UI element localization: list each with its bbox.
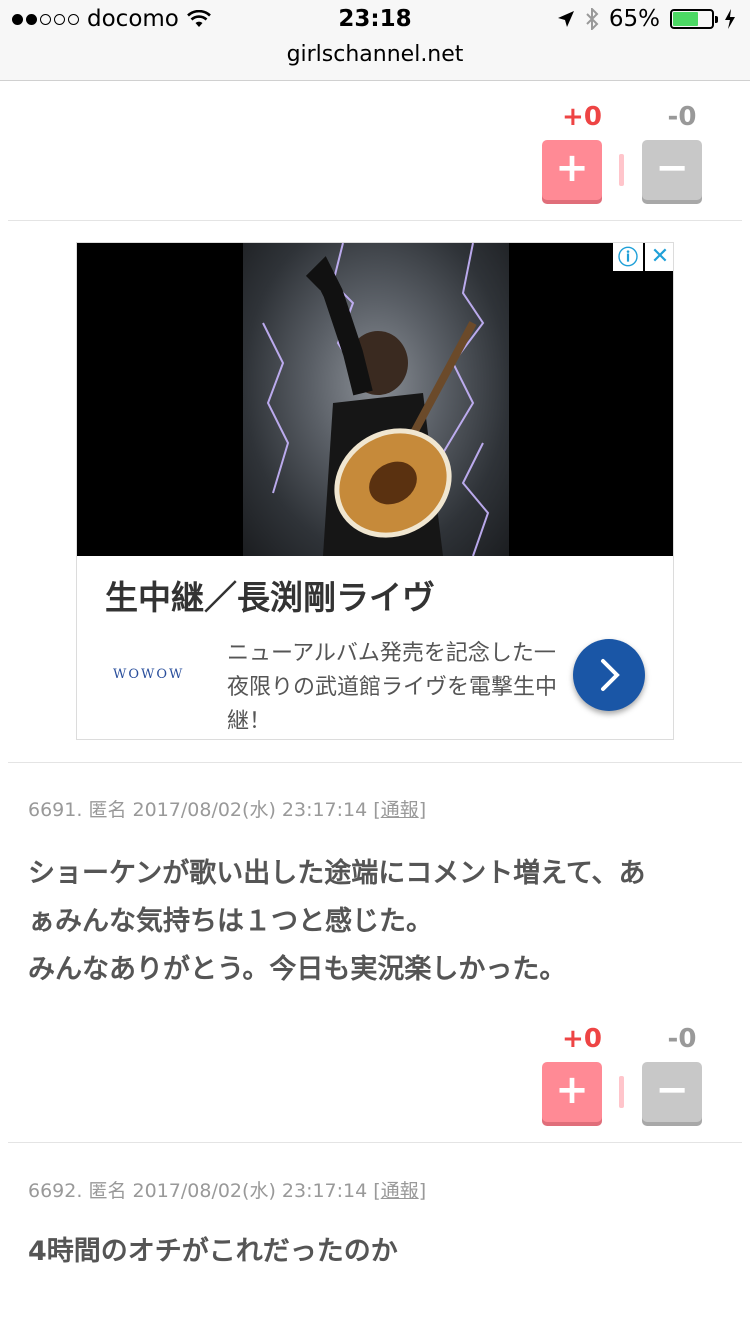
advertisement[interactable]: ⓘ ✕ 生中継／長渕剛ライヴ WOWOW ニューアルバム発売を記念した一夜限りの…	[76, 242, 674, 740]
ad-cta-button[interactable]	[573, 639, 645, 711]
vote-controls: +0 -0 + −	[542, 1024, 712, 1124]
plus-count: +0	[562, 1024, 602, 1054]
comment-number: 6691.	[28, 799, 83, 821]
location-arrow-icon	[557, 11, 574, 27]
report-bracket: ]	[418, 799, 427, 821]
close-icon[interactable]: ✕	[645, 243, 673, 271]
charging-bolt-icon	[725, 9, 735, 29]
comment-line: みんなありがとう。今日も実況楽しかった。	[28, 954, 567, 985]
ad-brand-logo: WOWOW	[113, 667, 185, 682]
ad-image[interactable]: ⓘ ✕	[77, 243, 673, 556]
battery-icon	[670, 9, 718, 29]
comment-line: ショーケンが歌い出した途端にコメント増えて、あ	[28, 858, 646, 889]
browser-status-bar: docomo 23:18 65% girlschannel.net	[0, 0, 750, 81]
vote-divider	[619, 1076, 624, 1108]
plus-vote-button[interactable]: +	[542, 1062, 602, 1122]
comment-datetime: 2017/08/02(水) 23:17:14	[132, 1180, 368, 1202]
comment-meta: 6691. 匿名 2017/08/02(水) 23:17:14 [通報]	[28, 795, 426, 822]
divider	[8, 762, 742, 763]
report-bracket: ]	[418, 1180, 427, 1202]
plus-count: +0	[562, 102, 602, 132]
url-bar[interactable]: girlschannel.net	[0, 42, 750, 67]
comment-author: 匿名	[88, 799, 127, 821]
comment-line: 4時間のオチがこれだったのか	[28, 1236, 398, 1267]
minus-vote-button[interactable]: −	[642, 140, 702, 200]
ad-title[interactable]: 生中継／長渕剛ライヴ	[105, 571, 435, 619]
minus-count: -0	[667, 102, 697, 132]
comment-line: ぁみんな気持ちは１つと感じた。	[28, 906, 433, 937]
guitarist-photo	[243, 243, 509, 556]
report-link[interactable]: 通報	[381, 799, 419, 821]
divider	[8, 220, 742, 221]
info-icon[interactable]: ⓘ	[613, 243, 643, 271]
comment-datetime: 2017/08/02(水) 23:17:14	[132, 799, 368, 821]
comment-author: 匿名	[88, 1180, 127, 1202]
minus-count: -0	[667, 1024, 697, 1054]
battery-level	[673, 12, 698, 26]
minus-vote-button[interactable]: −	[642, 1062, 702, 1122]
vote-controls: +0 -0 + −	[542, 102, 712, 202]
plus-vote-button[interactable]: +	[542, 140, 602, 200]
report-link[interactable]: 通報	[381, 1180, 419, 1202]
divider	[8, 1142, 742, 1143]
vote-divider	[619, 154, 624, 186]
report-bracket: [	[373, 1180, 381, 1202]
battery-percent: 65%	[608, 6, 660, 32]
ad-description[interactable]: ニューアルバム発売を記念した一夜限りの武道館ライヴを電撃生中継！	[227, 637, 557, 739]
bluetooth-icon	[586, 8, 599, 30]
report-bracket: [	[373, 799, 381, 821]
comment-body: ショーケンが歌い出した途端にコメント増えて、あ ぁみんな気持ちは１つと感じた。 …	[28, 850, 728, 994]
comment-body: 4時間のオチがこれだったのか	[28, 1228, 728, 1276]
chevron-right-icon	[601, 659, 620, 691]
comment-meta: 6692. 匿名 2017/08/02(水) 23:17:14 [通報]	[28, 1176, 426, 1203]
comment-number: 6692.	[28, 1180, 83, 1202]
